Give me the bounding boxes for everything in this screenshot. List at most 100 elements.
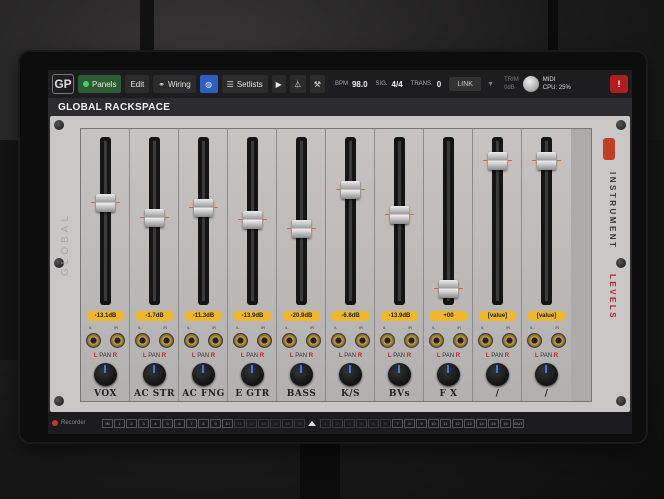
volume-fader[interactable]	[537, 152, 556, 170]
midi-channel-indicator[interactable]: 15	[282, 418, 293, 428]
midi-channel-indicator[interactable]: 9	[210, 418, 221, 428]
midi-channel-indicator[interactable]: 11	[440, 418, 451, 428]
midi-channel-indicator[interactable]: 2	[126, 418, 137, 428]
input-jack-left[interactable]	[478, 333, 493, 348]
jack-left-label: /L	[285, 325, 289, 330]
midi-channel-indicator[interactable]: 8	[404, 418, 415, 428]
volume-fader[interactable]	[488, 152, 507, 170]
midi-channel-indicator[interactable]: 4	[356, 418, 367, 428]
pan-text: PAN	[295, 353, 308, 359]
midi-channel-indicator[interactable]: 5	[368, 418, 379, 428]
midi-channel-indicator[interactable]: 16	[294, 418, 305, 428]
pan-knob[interactable]	[535, 363, 558, 386]
pan-knob[interactable]	[388, 363, 411, 386]
panic-button[interactable]: !	[610, 75, 628, 93]
channel-strip: [value] /L /R L PAN R /	[473, 129, 522, 401]
play-button[interactable]: ▶	[271, 75, 286, 93]
io-jacks: /L /R	[130, 325, 179, 351]
pan-knob[interactable]	[143, 363, 166, 386]
midi-channel-indicator[interactable]: 6	[380, 418, 391, 428]
input-jack-right[interactable]	[257, 333, 272, 348]
trans-value[interactable]: 0	[437, 80, 441, 89]
pan-right-label: R	[553, 353, 559, 359]
volume-fader[interactable]	[194, 198, 213, 217]
input-jack-left[interactable]	[233, 333, 248, 348]
input-jack-left[interactable]	[429, 333, 444, 348]
midi-channel-indicator[interactable]: 1	[114, 418, 125, 428]
midi-channel-indicator[interactable]: 4	[150, 418, 161, 428]
midi-channel-indicator[interactable]: 1	[320, 418, 331, 428]
midi-channel-indicator[interactable]: 14	[270, 418, 281, 428]
volume-fader[interactable]	[292, 219, 311, 238]
io-jacks: /L /R	[473, 325, 522, 351]
input-jack-left[interactable]	[380, 333, 395, 348]
midi-channel-indicator[interactable]: 15	[488, 418, 499, 428]
scroll-up-icon[interactable]	[308, 420, 316, 426]
input-jack-left[interactable]	[282, 333, 297, 348]
input-jack-left[interactable]	[86, 333, 101, 348]
wiring-button[interactable]: ⚭ Wiring	[153, 75, 196, 93]
midi-channel-indicator[interactable]: 10	[222, 418, 233, 428]
midi-channel-indicator[interactable]: 12	[246, 418, 257, 428]
pan-knob[interactable]	[290, 363, 313, 386]
unity-tick	[312, 227, 316, 229]
midi-channel-indicator[interactable]: 2	[332, 418, 343, 428]
pan-knob[interactable]	[339, 363, 362, 386]
globe-button[interactable]: ◍	[199, 75, 218, 93]
link-button[interactable]: LINK	[449, 77, 482, 91]
midi-channel-indicator[interactable]: 9	[416, 418, 427, 428]
input-jack-right[interactable]	[551, 333, 566, 348]
midi-channel-indicator[interactable]: 6	[174, 418, 185, 428]
pan-knob[interactable]	[192, 363, 215, 386]
volume-fader[interactable]	[243, 210, 262, 229]
input-jack-right[interactable]	[453, 333, 468, 348]
sig-value[interactable]: 4/4	[392, 80, 403, 89]
input-jack-right[interactable]	[159, 333, 174, 348]
input-jack-left[interactable]	[331, 333, 346, 348]
midi-channel-indicator[interactable]: 3	[344, 418, 355, 428]
pan-knob[interactable]	[486, 363, 509, 386]
input-jack-left[interactable]	[527, 333, 542, 348]
input-jack-left[interactable]	[184, 333, 199, 348]
metronome-button[interactable]: ⏃	[289, 75, 306, 93]
bpm-value[interactable]: 98.0	[352, 80, 368, 89]
side-toggle-button[interactable]	[603, 138, 615, 160]
recorder-button[interactable]: Recorder	[52, 420, 102, 426]
volume-fader[interactable]	[439, 279, 458, 298]
input-jack-right[interactable]	[208, 333, 223, 348]
panels-button[interactable]: Panels	[78, 75, 122, 93]
pan-knob[interactable]	[437, 363, 460, 386]
dropdown-icon[interactable]: ▼	[487, 81, 494, 88]
input-jack-right[interactable]	[404, 333, 419, 348]
setlists-button[interactable]: ☰ Setlists	[221, 75, 268, 93]
midi-channel-indicator[interactable]: 8	[198, 418, 209, 428]
input-jack-right[interactable]	[110, 333, 125, 348]
gig-performer-logo[interactable]: GP	[52, 74, 74, 94]
midi-channel-indicator[interactable]: 10	[428, 418, 439, 428]
midi-channel-indicator[interactable]: 3	[138, 418, 149, 428]
pan-knob[interactable]	[94, 363, 117, 386]
midi-channel-indicator[interactable]: 12	[452, 418, 463, 428]
volume-fader[interactable]	[145, 209, 164, 227]
midi-channel-indicator[interactable]: 7	[186, 418, 197, 428]
pan-right-label: R	[308, 353, 314, 359]
input-jack-left[interactable]	[135, 333, 150, 348]
midi-channel-indicator[interactable]: 5	[162, 418, 173, 428]
master-volume-knob[interactable]	[522, 76, 539, 92]
input-jack-right[interactable]	[355, 333, 370, 348]
midi-channel-indicator[interactable]: 16	[500, 418, 511, 428]
edit-button[interactable]: Edit	[125, 75, 150, 93]
pan-knob[interactable]	[241, 363, 264, 386]
midi-channel-indicator[interactable]: 13	[258, 418, 269, 428]
midi-channel-indicator[interactable]: 7	[392, 418, 403, 428]
midi-channel-indicator[interactable]: 13	[464, 418, 475, 428]
midi-channel-indicator[interactable]: 11	[234, 418, 245, 428]
volume-fader[interactable]	[341, 180, 360, 199]
volume-fader[interactable]	[96, 194, 115, 212]
midi-channel-indicator[interactable]: 14	[476, 418, 487, 428]
input-jack-right[interactable]	[306, 333, 321, 348]
tuner-button[interactable]: ⚒	[309, 75, 325, 93]
input-jack-right[interactable]	[502, 333, 517, 348]
fader-track	[198, 137, 209, 305]
volume-fader[interactable]	[390, 206, 409, 224]
